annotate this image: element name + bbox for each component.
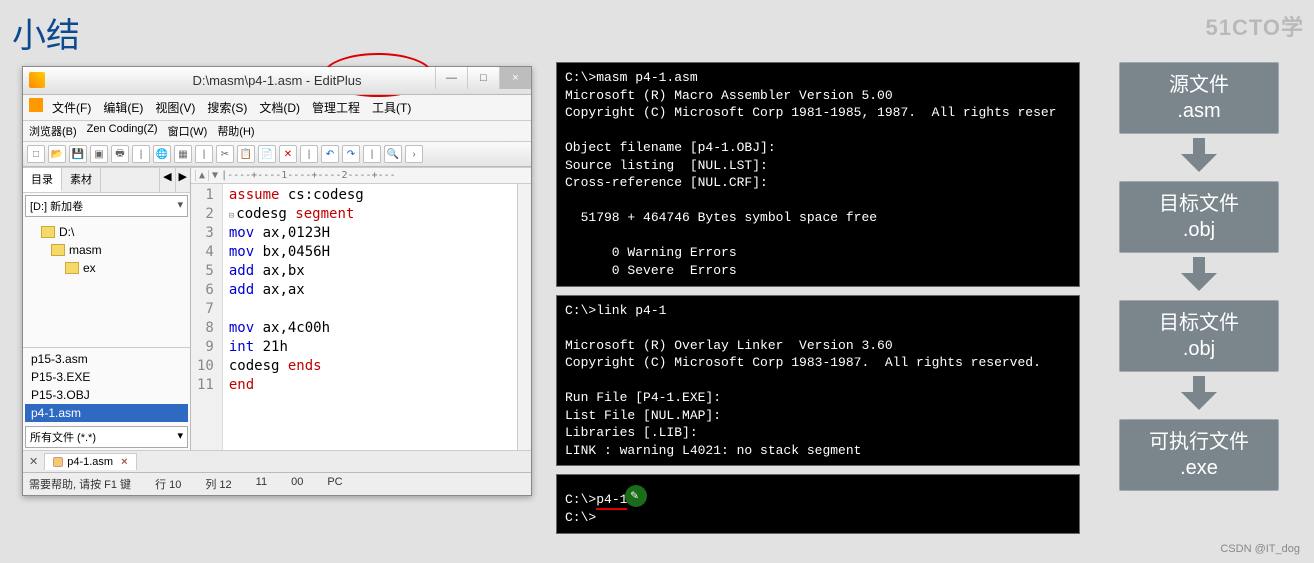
menu-item[interactable]: 搜索(S) — [202, 98, 252, 117]
tab-left-icon[interactable]: ◀ — [159, 168, 174, 192]
menu-item[interactable]: 文件(F) — [47, 98, 96, 117]
terminal-run: C:\>p4-1 C:\> — [556, 474, 1080, 533]
folder-icon — [41, 226, 55, 238]
sidebar: 目录 素材 ◀▶ [D:] 新加卷▾ D:\masmex p15-3.asmP1… — [23, 168, 191, 450]
tool-sep3: | — [300, 145, 318, 163]
menu-bar: 文件(F)编辑(E)视图(V)搜索(S)文档(D)管理工程工具(T) — [23, 95, 531, 121]
flow-step: 源文件.asm — [1119, 62, 1279, 134]
tool-open[interactable]: 📂 — [48, 145, 66, 163]
tool-find[interactable]: 🔍 — [384, 145, 402, 163]
tool-saveall[interactable]: ▣ — [90, 145, 108, 163]
flow-step: 目标文件.obj — [1119, 181, 1279, 253]
menu-item[interactable]: 工具(T) — [367, 98, 416, 117]
tool-redo[interactable]: ↷ — [342, 145, 360, 163]
tool-paste[interactable]: 📄 — [258, 145, 276, 163]
folder-icon — [65, 262, 79, 274]
file-tab[interactable]: p4-1.asm× — [44, 453, 136, 470]
tool-save[interactable]: 💾 — [69, 145, 87, 163]
terminal-link: C:\>link p4-1 Microsoft (R) Overlay Link… — [556, 295, 1080, 467]
scroll-down-icon[interactable]: ▼ — [208, 170, 221, 181]
status-mode: PC — [327, 476, 342, 492]
status-v3: 00 — [291, 476, 303, 492]
window-title: D:\masm\p4-1.asm - EditPlus — [192, 73, 361, 88]
folder-item[interactable]: ex — [25, 259, 188, 277]
status-bar: 需要帮助, 请按 F1 键 行 10 列 12 11 00 PC — [23, 472, 531, 495]
tool-print[interactable]: 🖶 — [111, 145, 129, 163]
watermark-top: 51CTO学 — [1205, 10, 1304, 42]
close-tab-icon[interactable]: × — [117, 456, 127, 468]
scrollbar[interactable] — [517, 184, 531, 450]
tool-sep2: | — [195, 145, 213, 163]
terminals: C:\>masm p4-1.asm Microsoft (R) Macro As… — [556, 62, 1080, 534]
tab-right-icon[interactable]: ▶ — [175, 168, 190, 192]
menu-item[interactable]: 编辑(E) — [98, 98, 148, 117]
menu-item[interactable]: Zen Coding(Z) — [87, 123, 158, 139]
app-icon — [29, 72, 45, 88]
watermark-bottom: CSDN @IT_dog — [1220, 543, 1300, 555]
tool-sep4: | — [363, 145, 381, 163]
tabs-close-icon[interactable]: ✕ — [27, 455, 40, 468]
arrow-down-icon — [1179, 134, 1219, 181]
minimize-button[interactable]: — — [435, 67, 467, 89]
terminal-masm: C:\>masm p4-1.asm Microsoft (R) Macro As… — [556, 62, 1080, 287]
code-editor[interactable]: 1234567891011 assume cs:codesg⊟codesg se… — [191, 184, 531, 450]
menu-item[interactable]: 帮助(H) — [217, 123, 254, 139]
folder-item[interactable]: D:\ — [25, 223, 188, 241]
filter-selector[interactable]: 所有文件 (*.*)▾ — [25, 426, 188, 448]
maximize-button[interactable]: □ — [467, 67, 499, 89]
page-title: 小结 — [12, 8, 80, 57]
tool-btn[interactable]: ▦ — [174, 145, 192, 163]
tool-cut[interactable]: ✂ — [216, 145, 234, 163]
editplus-window: D:\masm\p4-1.asm - EditPlus — □ × 文件(F)编… — [22, 66, 532, 496]
tool-browser[interactable]: 🌐 — [153, 145, 171, 163]
menu-item[interactable]: 窗口(W) — [168, 123, 208, 139]
tool-delete[interactable]: ✕ — [279, 145, 297, 163]
folder-icon — [51, 244, 65, 256]
drive-selector[interactable]: [D:] 新加卷▾ — [25, 195, 188, 217]
file-item[interactable]: P15-3.EXE — [25, 368, 188, 386]
flow-diagram: 源文件.asm 目标文件.obj 目标文件.obj 可执行文件.exe — [1114, 62, 1284, 491]
sidebar-tab-dir[interactable]: 目录 — [23, 168, 62, 192]
status-help: 需要帮助, 请按 F1 键 — [29, 476, 131, 492]
scroll-up-icon[interactable]: ▲ — [195, 170, 208, 181]
tool-more[interactable]: › — [405, 145, 423, 163]
file-item[interactable]: p4-1.asm — [25, 404, 188, 422]
edit-cursor-icon — [625, 485, 647, 507]
tool-undo[interactable]: ↶ — [321, 145, 339, 163]
arrow-down-icon — [1179, 372, 1219, 419]
tool-sep: | — [132, 145, 150, 163]
file-item[interactable]: P15-3.OBJ — [25, 386, 188, 404]
menu-item[interactable]: 文档(D) — [254, 98, 305, 117]
status-col: 列 12 — [205, 476, 231, 492]
toolbar: □ 📂 💾 ▣ 🖶 | 🌐 ▦ | ✂ 📋 📄 ✕ | ↶ ↷ | 🔍 › — [23, 142, 531, 167]
close-button[interactable]: × — [499, 67, 531, 89]
sidebar-tab-assets[interactable]: 素材 — [62, 168, 101, 192]
title-bar: D:\masm\p4-1.asm - EditPlus — □ × — [23, 67, 531, 95]
tool-copy[interactable]: 📋 — [237, 145, 255, 163]
pencil-icon — [29, 98, 43, 112]
file-item[interactable]: p15-3.asm — [25, 350, 188, 368]
arrow-down-icon — [1179, 253, 1219, 300]
menu-item[interactable]: 视图(V) — [150, 98, 200, 117]
menu-bar-2: 浏览器(B) Zen Coding(Z) 窗口(W) 帮助(H) — [23, 121, 531, 142]
flow-step: 可执行文件.exe — [1119, 419, 1279, 491]
menu-item[interactable]: 管理工程 — [307, 98, 365, 117]
folder-item[interactable]: masm — [25, 241, 188, 259]
tool-new[interactable]: □ — [27, 145, 45, 163]
status-line: 行 10 — [155, 476, 181, 492]
ruler: ▲▼ |----+----1----+----2----+--- — [191, 168, 531, 184]
file-icon — [53, 457, 63, 467]
menu-item[interactable]: 浏览器(B) — [29, 123, 77, 139]
flow-step: 目标文件.obj — [1119, 300, 1279, 372]
status-v2: 11 — [256, 476, 267, 492]
